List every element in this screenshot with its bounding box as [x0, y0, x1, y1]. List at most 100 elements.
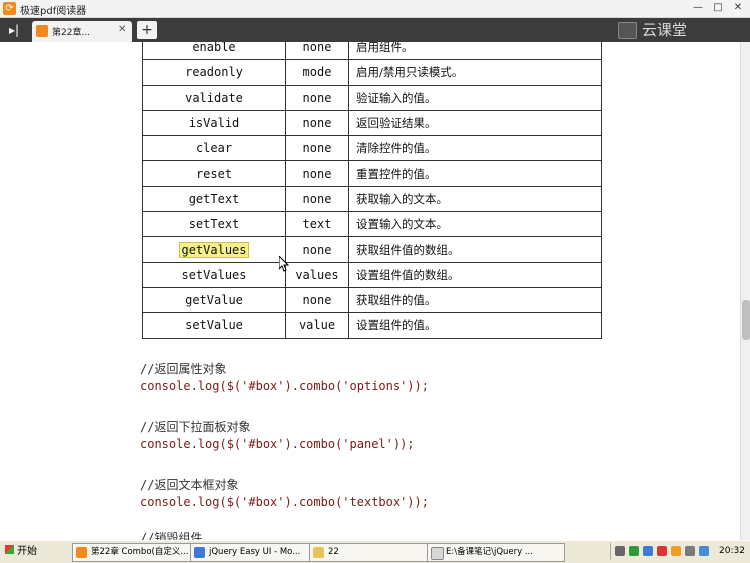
- table-row: getText none 获取输入的文本。: [142, 185, 602, 213]
- minimize-button[interactable]: —: [690, 1, 706, 15]
- tray-security-icon[interactable]: [657, 546, 667, 556]
- param-cell: values: [285, 261, 349, 288]
- clock: 20:32: [719, 546, 745, 556]
- document-viewport[interactable]: enable none 启用组件。 readonly mode 启用/禁用只读模式。 val…: [0, 42, 740, 540]
- tray-network-icon[interactable]: [685, 546, 695, 556]
- param-cell: none: [285, 84, 349, 111]
- method-name: getText: [188, 191, 240, 206]
- description-cell: 设置组件的值。: [348, 312, 602, 339]
- start-button[interactable]: 开始: [2, 543, 44, 560]
- tab-chapter-22[interactable]: 第22章... ✕: [32, 21, 132, 42]
- method-name-cell: reset: [142, 160, 286, 187]
- description-cell: 获取输入的文本。: [348, 185, 602, 213]
- description-cell: 启用/禁用只读模式。: [348, 59, 602, 86]
- method-name-cell: clear: [142, 135, 286, 162]
- taskbar-item-label: jQuery Easy UI - Mo...: [209, 547, 301, 557]
- method-name: readonly: [185, 65, 243, 80]
- description-cell: 验证输入的值。: [348, 84, 602, 111]
- tray-expand-icon[interactable]: [615, 546, 625, 556]
- method-name: clear: [195, 141, 233, 156]
- param-cell: none: [285, 42, 349, 61]
- taskbar-item[interactable]: 22: [309, 543, 441, 562]
- maximize-button[interactable]: □: [710, 1, 726, 15]
- taskbar-item[interactable]: jQuery Easy UI - Mo...: [190, 543, 322, 562]
- method-name-cell: getValue: [142, 286, 286, 314]
- table-row: getValue none 获取组件的值。: [142, 286, 602, 314]
- method-name: setText: [188, 217, 240, 232]
- method-name-cell: getText: [142, 185, 286, 213]
- tab-close-icon[interactable]: ✕: [118, 24, 126, 35]
- methods-table: enable none 启用组件。 readonly mode 启用/禁用只读模式。 val…: [142, 42, 602, 339]
- description-cell: 获取组件的值。: [348, 286, 602, 314]
- mouse-cursor-icon: [279, 256, 289, 272]
- new-tab-button[interactable]: +: [137, 21, 157, 39]
- notepad-icon: [431, 547, 444, 560]
- tray-app-icon[interactable]: [629, 546, 639, 556]
- param-cell: none: [285, 236, 349, 263]
- param-cell: text: [285, 211, 349, 238]
- taskbar-item[interactable]: 第22章 Combo(自定义...: [72, 543, 204, 562]
- scrollbar-thumb[interactable]: [742, 300, 750, 340]
- close-window-button[interactable]: ✕: [730, 1, 746, 15]
- taskbar: 开始 第22章 Combo(自定义... jQuery Easy UI - Mo…: [0, 540, 750, 563]
- app-icon: ⟳: [3, 2, 16, 15]
- method-name: reset: [195, 166, 233, 181]
- method-name: getValues: [179, 241, 249, 258]
- method-name: validate: [185, 90, 243, 105]
- tray-volume-icon[interactable]: [699, 546, 709, 556]
- param-cell: none: [285, 135, 349, 162]
- taskbar-item-label: 22: [328, 547, 339, 557]
- description-cell: 设置组件值的数组。: [348, 261, 602, 288]
- method-name-cell: validate: [142, 84, 286, 111]
- code-comment: //返回属性对象: [140, 362, 227, 376]
- code-line: console.log($('#box').combo('options'));: [140, 379, 429, 393]
- taskbar-item-label: E:\备课笔记\jQuery ...: [446, 547, 533, 557]
- method-name-cell: setValue: [142, 312, 286, 339]
- description-cell: 返回验证结果。: [348, 109, 602, 137]
- param-cell: none: [285, 160, 349, 187]
- window-title: 极速pdf阅读器: [20, 6, 87, 17]
- method-name: setValue: [185, 318, 243, 333]
- table-row: setText text 设置输入的文本。: [142, 211, 602, 238]
- param-cell: none: [285, 286, 349, 314]
- taskbar-item-label: 第22章 Combo(自定义...: [91, 547, 189, 557]
- table-row: isValid none 返回验证结果。: [142, 109, 602, 137]
- vertical-scrollbar[interactable]: [740, 42, 750, 540]
- description-cell: 设置输入的文本。: [348, 211, 602, 238]
- param-cell: none: [285, 185, 349, 213]
- code-line: console.log($('#box').combo('textbox'));: [140, 495, 429, 509]
- tray-app-icon[interactable]: [671, 546, 681, 556]
- param-cell: value: [285, 312, 349, 339]
- brand-logo: 云课堂: [618, 21, 687, 39]
- tray-app-icon[interactable]: [643, 546, 653, 556]
- method-name-cell: enable: [142, 42, 286, 61]
- table-row: clear none 清除控件的值。: [142, 135, 602, 162]
- tab-label: 第22章...: [52, 28, 91, 38]
- method-name-cell: setValues: [142, 261, 286, 288]
- method-name: isValid: [188, 116, 240, 131]
- description-cell: 重置控件的值。: [348, 160, 602, 187]
- method-name-cell: setText: [142, 211, 286, 238]
- table-row: validate none 验证输入的值。: [142, 84, 602, 111]
- method-name-cell: getValues: [142, 236, 286, 263]
- taskbar-item[interactable]: E:\备课笔记\jQuery ...: [427, 543, 565, 562]
- sidebar-toggle-icon[interactable]: ▸|: [4, 21, 24, 39]
- table-row: getValues none 获取组件值的数组。: [142, 236, 602, 263]
- tab-bar: ▸| 第22章... ✕ + 云课堂: [0, 18, 750, 42]
- method-name-cell: isValid: [142, 109, 286, 137]
- browser-icon: [194, 547, 205, 558]
- title-bar: ⟳ 极速pdf阅读器 — □ ✕: [0, 0, 750, 18]
- pdf-reader-icon: [76, 547, 87, 558]
- pdf-icon: [36, 25, 48, 37]
- method-name: enable: [192, 42, 236, 55]
- method-name: setValues: [181, 267, 247, 282]
- table-row: setValue value 设置组件的值。: [142, 312, 602, 339]
- brand-icon: [618, 22, 637, 39]
- description-cell: 获取组件值的数组。: [348, 236, 602, 263]
- table-row: readonly mode 启用/禁用只读模式。: [142, 59, 602, 86]
- code-comment: //返回文本框对象: [140, 478, 239, 492]
- code-comment: //销毁组件: [140, 531, 203, 540]
- param-cell: none: [285, 109, 349, 137]
- code-comment: //返回下拉面板对象: [140, 420, 251, 434]
- start-label: 开始: [17, 546, 37, 557]
